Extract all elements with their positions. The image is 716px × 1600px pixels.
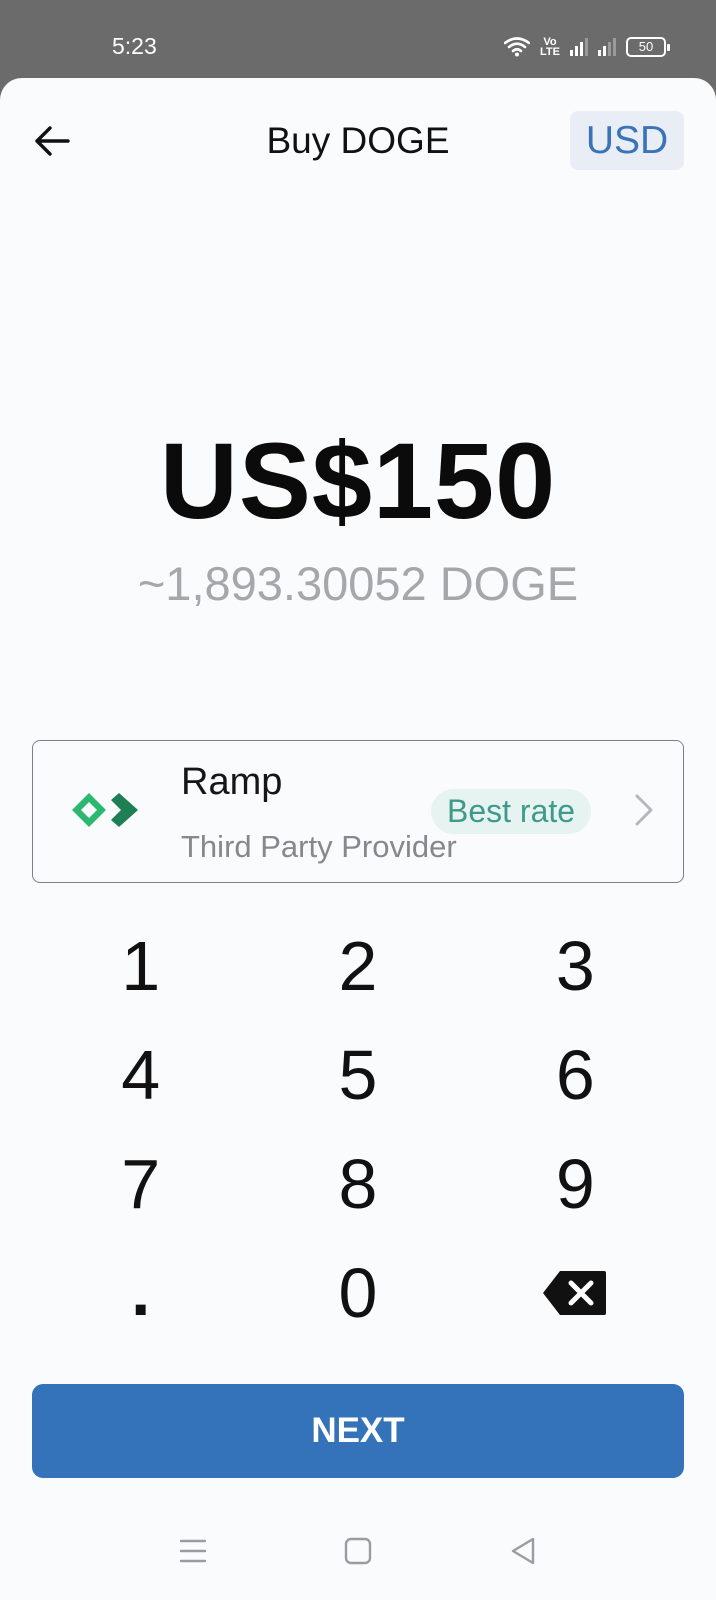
provider-name: Ramp bbox=[181, 761, 283, 803]
key-backspace[interactable] bbox=[467, 1238, 684, 1347]
best-rate-badge: Best rate bbox=[431, 789, 592, 834]
chevron-right-icon bbox=[635, 794, 653, 826]
key-1[interactable]: 1 bbox=[32, 911, 249, 1020]
signal-icon-2 bbox=[598, 38, 616, 56]
volte-icon: Vo LTE bbox=[540, 36, 560, 58]
key-8[interactable]: 8 bbox=[249, 1129, 466, 1238]
key-7[interactable]: 7 bbox=[32, 1129, 249, 1238]
wifi-icon bbox=[504, 37, 531, 57]
key-5[interactable]: 5 bbox=[249, 1020, 466, 1129]
key-4[interactable]: 4 bbox=[32, 1020, 249, 1129]
key-3[interactable]: 3 bbox=[467, 911, 684, 1020]
numeric-keypad: 1 2 3 4 5 6 7 8 9 . 0 bbox=[32, 911, 684, 1347]
menu-icon[interactable] bbox=[175, 1533, 211, 1569]
currency-toggle-button[interactable]: USD bbox=[570, 111, 684, 170]
provider-card[interactable]: Ramp Third Party Provider Best rate bbox=[32, 740, 684, 883]
status-icons: Vo LTE 50 bbox=[504, 34, 670, 60]
fiat-amount: US$150 bbox=[159, 420, 557, 541]
status-bar: 5:23 Vo LTE 50 bbox=[0, 0, 716, 82]
back-triangle-icon[interactable] bbox=[505, 1533, 541, 1569]
provider-subtitle: Third Party Provider bbox=[181, 829, 457, 864]
key-9[interactable]: 9 bbox=[467, 1129, 684, 1238]
battery-icon: 50 bbox=[626, 37, 670, 57]
key-decimal-label: . bbox=[130, 1252, 151, 1330]
key-2[interactable]: 2 bbox=[249, 911, 466, 1020]
ramp-logo-icon bbox=[72, 793, 138, 827]
buy-sheet: Buy DOGE USD US$150 ~1,893.30052 DOGE Ra… bbox=[0, 78, 716, 1600]
key-0[interactable]: 0 bbox=[249, 1238, 466, 1347]
key-6[interactable]: 6 bbox=[467, 1020, 684, 1129]
backspace-icon bbox=[543, 1270, 607, 1315]
system-nav-bar bbox=[0, 1508, 716, 1600]
status-time: 5:23 bbox=[112, 33, 157, 59]
signal-icon-1 bbox=[570, 38, 588, 56]
home-square-icon[interactable] bbox=[340, 1533, 376, 1569]
next-button[interactable]: NEXT bbox=[32, 1384, 684, 1478]
crypto-estimate: ~1,893.30052 DOGE bbox=[137, 557, 579, 610]
key-decimal[interactable]: . bbox=[32, 1238, 249, 1347]
